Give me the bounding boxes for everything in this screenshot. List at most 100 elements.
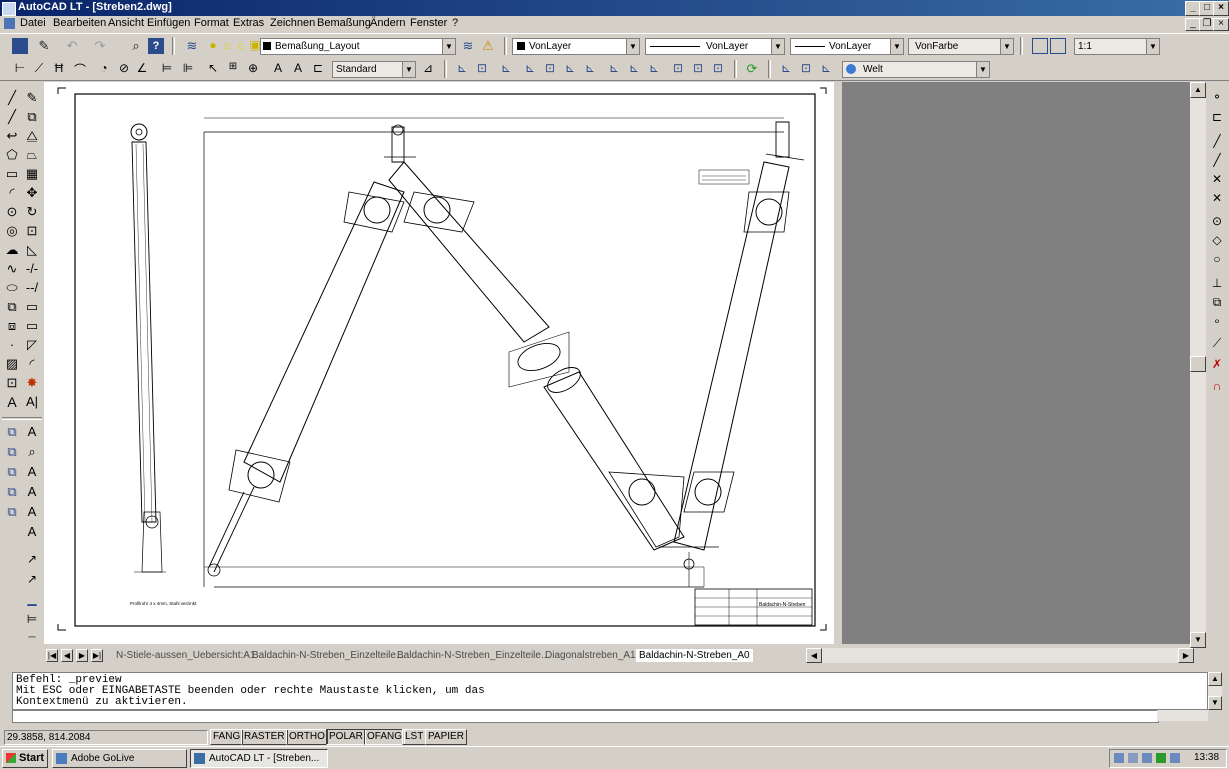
tab-next-button[interactable]: ▶ [76, 649, 88, 662]
linear-dim-icon[interactable]: ⊢ [12, 61, 28, 77]
tab-last-button[interactable]: ▶| [91, 649, 103, 662]
leader-icon[interactable]: ↖ [205, 61, 221, 77]
break-icon[interactable]: ▭ [24, 299, 40, 315]
scale-text-icon[interactable]: A [24, 504, 40, 520]
ellipse-icon[interactable]: ⬭ [4, 280, 20, 296]
snap-insert-icon[interactable]: ⧉ [1209, 295, 1225, 311]
region-icon[interactable]: ⊡ [4, 375, 20, 391]
ucs-world-icon[interactable]: ⊾ [522, 61, 538, 77]
ucs-face-icon[interactable]: ⊾ [562, 61, 578, 77]
ucs-move-icon[interactable]: ⊾ [818, 61, 834, 77]
undo-icon[interactable]: ↶ [64, 38, 80, 54]
point-icon[interactable]: · [4, 337, 20, 353]
hatch-icon[interactable]: ▨ [4, 356, 20, 372]
fillet-icon[interactable]: ◜ [24, 356, 40, 372]
dim-continue-small-icon[interactable]: ⊨ [24, 612, 40, 628]
paper-toggle[interactable]: PAPIER [425, 729, 467, 745]
ucs-view-icon[interactable]: ⊾ [582, 61, 598, 77]
refresh-icon[interactable]: ⟳ [744, 61, 760, 77]
color-dropdown[interactable]: VonLayer ▼ [512, 38, 640, 55]
scroll-down-arrow[interactable]: ▼ [1190, 632, 1206, 648]
zoom-icon[interactable]: ⌕ [128, 38, 144, 54]
dimstyle-dropdown[interactable]: Standard ▼ [332, 61, 416, 78]
horizontal-scrollbar[interactable]: ◀ ▶ [806, 648, 1194, 663]
ucs-dropdown[interactable]: Welt ▼ [842, 61, 990, 78]
snap-midpoint-icon[interactable]: ╱ [1209, 153, 1225, 169]
cmd-scroll-down[interactable]: ▼ [1208, 696, 1222, 710]
lineweight-toggle[interactable]: LST [402, 729, 427, 745]
ucs-3point-icon[interactable]: ⊾ [646, 61, 662, 77]
temp-track-icon[interactable]: ⚬ [1209, 90, 1225, 106]
ucs-y-icon[interactable]: ⊡ [690, 61, 706, 77]
document-icon[interactable] [4, 18, 15, 29]
snap-endpoint-icon[interactable]: ╱ [1209, 134, 1225, 150]
menu-format[interactable]: Format [194, 17, 229, 29]
dim-baseline-small-icon[interactable]: ▁ [24, 592, 40, 608]
taskbar-autocad[interactable]: AutoCAD LT - [Streben... [190, 749, 328, 768]
menu-bemassung[interactable]: Bemaßung [317, 17, 371, 29]
tolerance-icon[interactable]: ⊞ [225, 61, 241, 77]
chamfer-icon[interactable]: ◸ [24, 337, 40, 353]
command-hscroll[interactable] [1157, 710, 1208, 721]
bring-front-icon[interactable]: ⧉ [4, 444, 20, 460]
donut-icon[interactable]: ◎ [4, 223, 20, 239]
snap-apparent-icon[interactable]: ✕ [1209, 191, 1225, 207]
spellcheck-icon[interactable]: A [24, 464, 40, 480]
rectangle-icon[interactable]: ▭ [4, 166, 20, 182]
snap-from-icon[interactable]: ⊏ [1209, 110, 1225, 126]
help-icon[interactable]: ? [148, 38, 164, 54]
close-button[interactable]: × [1213, 1, 1229, 16]
justify-text-icon[interactable]: A [24, 524, 40, 540]
send-back-icon[interactable]: ⧉ [4, 464, 20, 480]
layer-previous-icon[interactable]: ≋ [460, 38, 476, 54]
tab-einzelteile-2[interactable]: Baldachin-N-Streben_Einzelteile... [397, 649, 549, 662]
aligned-dim-icon[interactable]: ⟋ [31, 61, 47, 77]
mirror-icon[interactable]: ⧋ [24, 128, 40, 144]
menu-einfuegen[interactable]: Einfügen [147, 17, 190, 29]
ucs-apply-icon[interactable]: ⊡ [798, 61, 814, 77]
center-mark-icon[interactable]: ⊕ [245, 61, 261, 77]
tab-first-button[interactable]: |◀ [46, 649, 58, 662]
match-properties-icon[interactable]: ✎ [36, 38, 52, 54]
dimedit-icon[interactable]: A [270, 61, 286, 77]
ordinate-dim-icon[interactable]: Ħ [51, 61, 67, 77]
tray-icon-2[interactable] [1128, 753, 1138, 763]
menu-extras[interactable]: Extras [233, 17, 264, 29]
menu-ansicht[interactable]: Ansicht [108, 17, 144, 29]
hscroll-right-arrow[interactable]: ▶ [1178, 648, 1194, 663]
ucs-previous-icon[interactable]: ⊾ [498, 61, 514, 77]
text-style-icon[interactable]: A [24, 484, 40, 500]
menu-datei[interactable]: Datei [20, 17, 46, 29]
radius-dim-icon[interactable]: ◔ [96, 61, 112, 77]
arc-length-icon[interactable]: ⌒ [72, 61, 88, 77]
continue-dim-icon[interactable]: ⊫ [180, 61, 196, 77]
lineweight-dropdown[interactable]: VonLayer ▼ [790, 38, 904, 55]
start-button[interactable]: Start [2, 749, 48, 768]
circle-icon[interactable]: ⊙ [4, 204, 20, 220]
stretch-icon[interactable]: ◺ [24, 242, 40, 258]
polar-toggle[interactable]: POLAR [326, 729, 366, 745]
snap-toggle[interactable]: FANG [210, 729, 244, 745]
text-edit-icon[interactable]: A [24, 424, 40, 440]
erase-icon[interactable]: ✎ [24, 90, 40, 106]
tab-diagonalstreben[interactable]: Diagonalstreben_A1 [545, 649, 636, 662]
viewport-scale-dropdown[interactable]: 1:1 ▼ [1074, 38, 1160, 55]
menu-help[interactable]: ? [452, 17, 458, 29]
menu-aendern[interactable]: Ändern [370, 17, 405, 29]
ucs-x-icon[interactable]: ⊡ [670, 61, 686, 77]
revcloud-icon[interactable]: ☁ [4, 242, 20, 258]
layer-dropdown[interactable]: Bemaßung_Layout ▼ [260, 38, 456, 55]
snap-perpendicular-icon[interactable]: ⊥ [1209, 276, 1225, 292]
offset-icon[interactable]: ⏢ [24, 147, 40, 163]
dimstyle-manager-icon[interactable]: ⊿ [420, 61, 436, 77]
save-icon[interactable] [12, 38, 28, 54]
ucs-zrot-icon[interactable]: ⊡ [710, 61, 726, 77]
menu-fenster[interactable]: Fenster [410, 17, 447, 29]
snap-intersection-icon[interactable]: ✕ [1209, 172, 1225, 188]
bring-above-icon[interactable]: ⧉ [4, 484, 20, 500]
move-icon[interactable]: ✥ [24, 185, 40, 201]
viewports-icon[interactable] [1032, 38, 1048, 54]
tab-baldachin-a0[interactable]: Baldachin-N-Streben_A0 [636, 649, 753, 662]
osnap-toggle[interactable]: OFANG [364, 729, 406, 745]
doc-close-button[interactable]: × [1213, 18, 1229, 31]
